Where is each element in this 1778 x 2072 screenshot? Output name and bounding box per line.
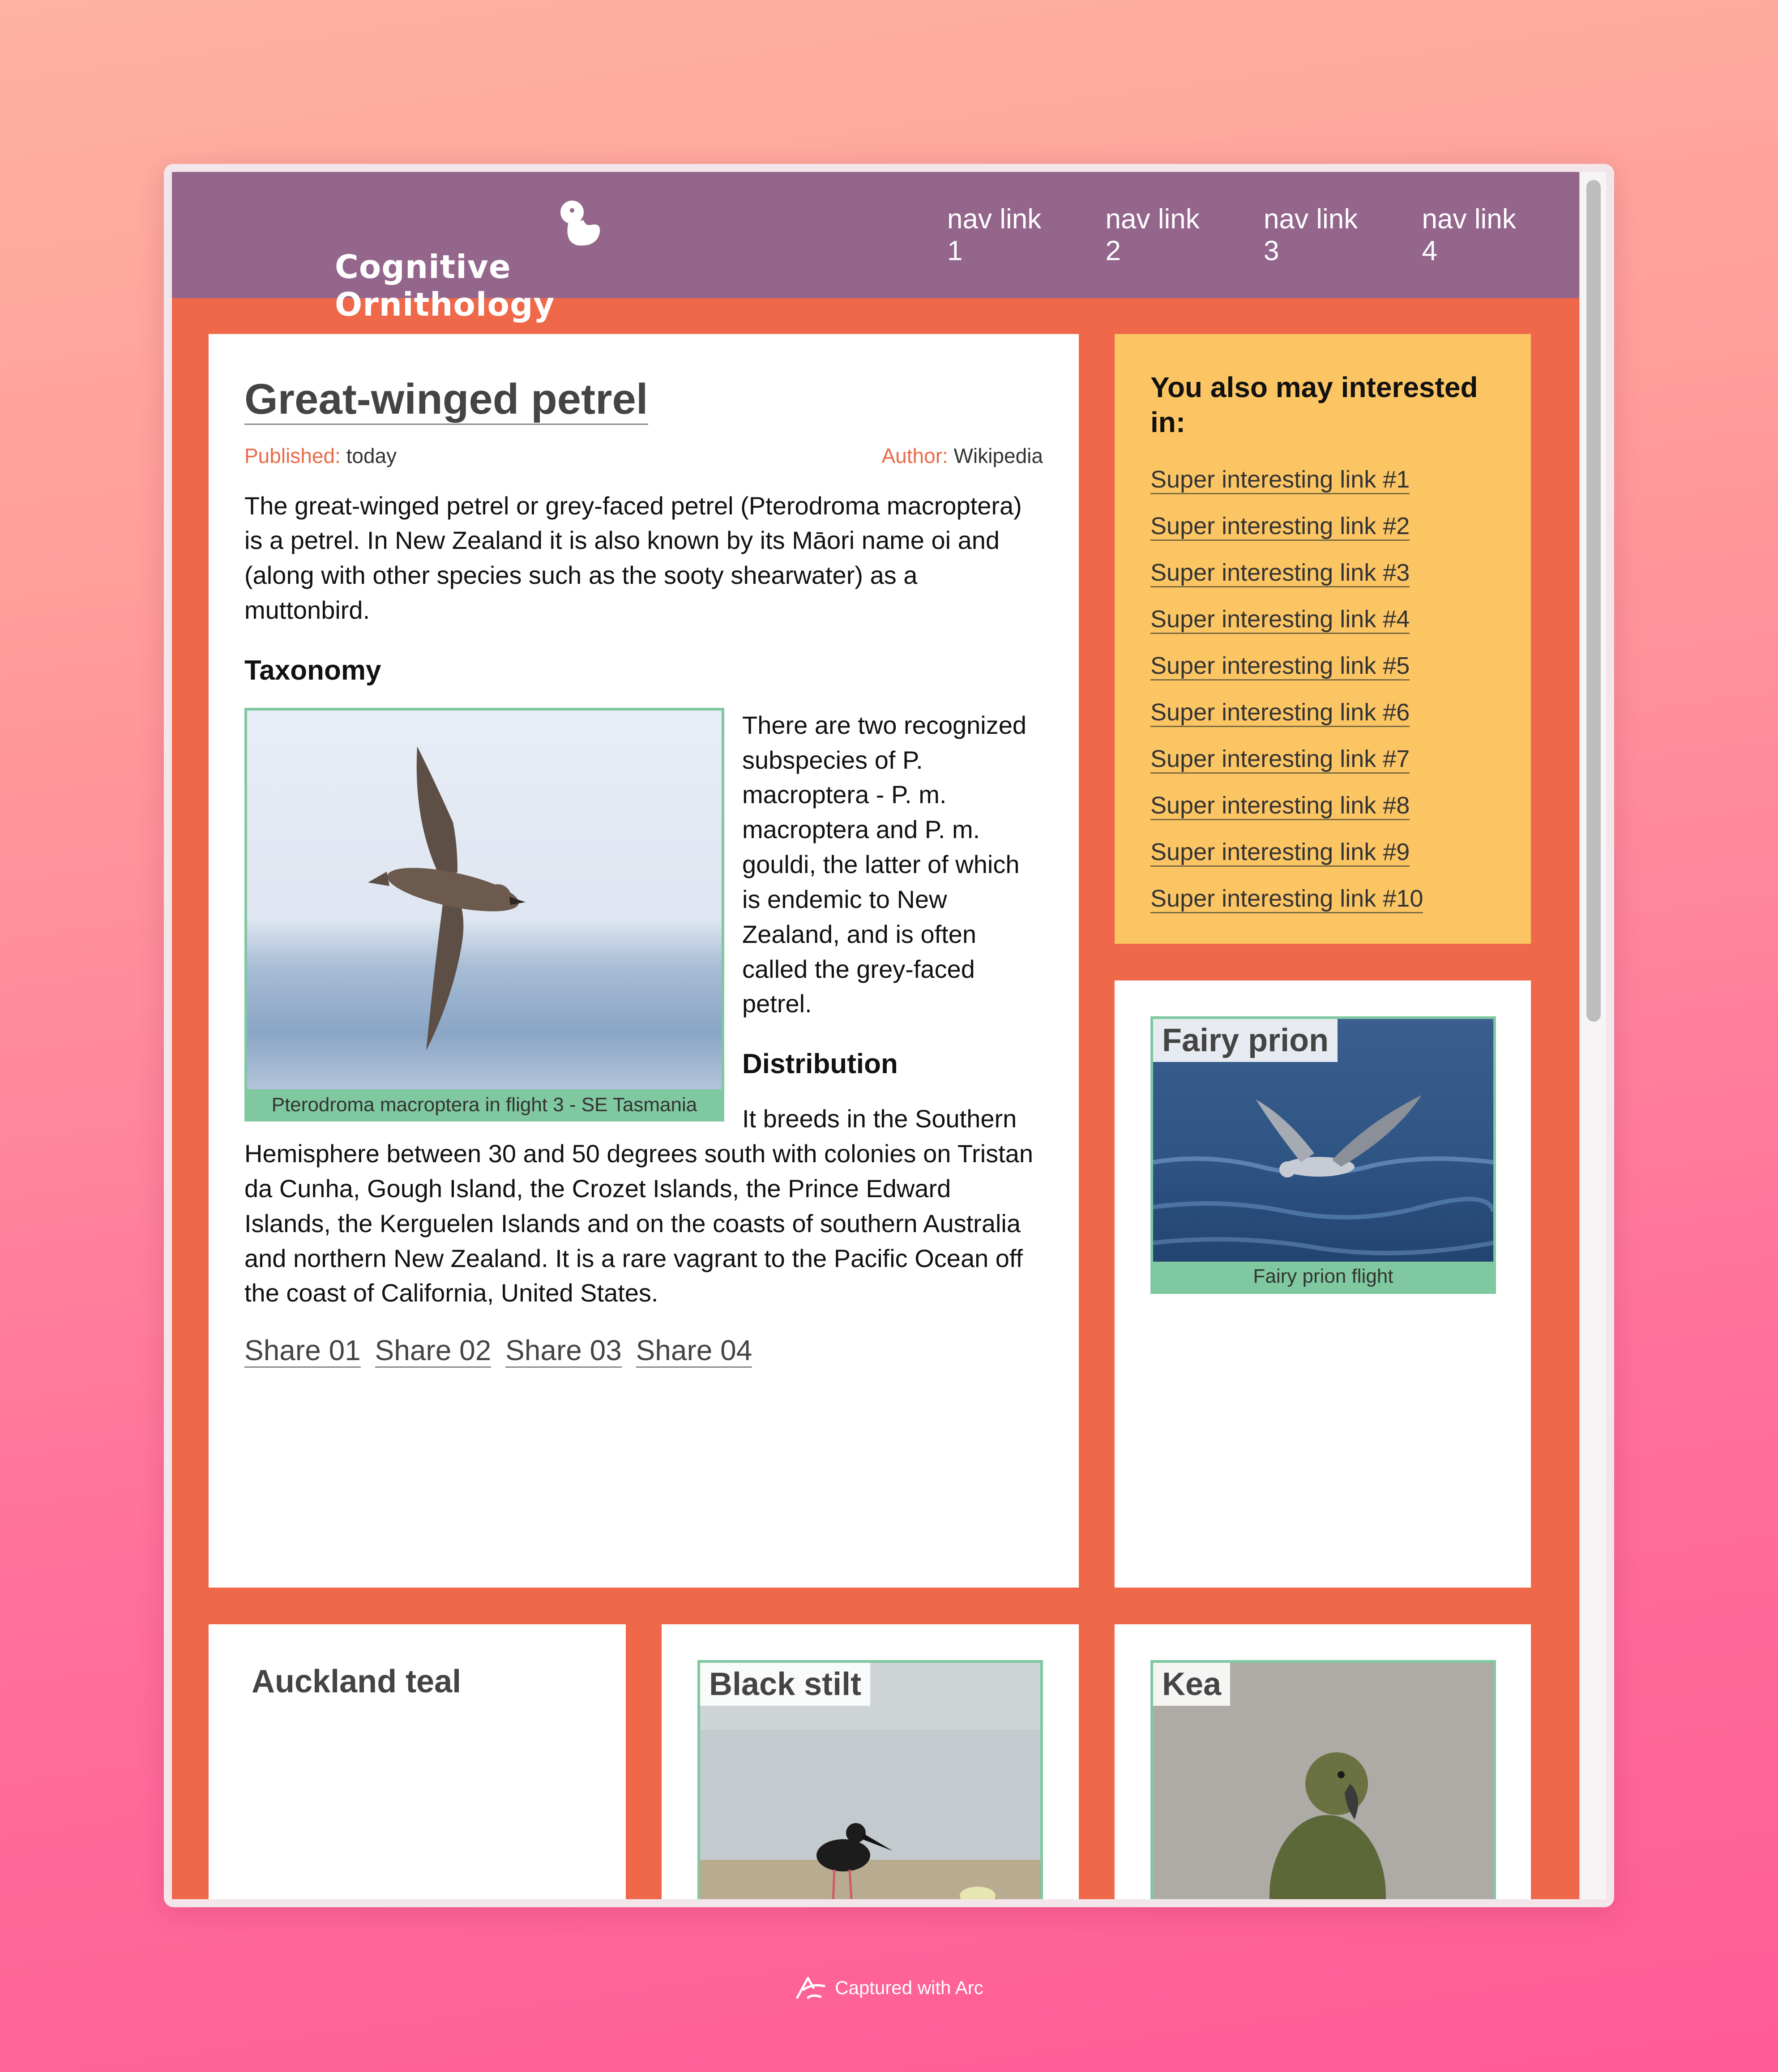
published-value: today (346, 444, 397, 467)
main-nav: nav link 1 nav link 2 nav link 3 nav lin… (947, 172, 1580, 298)
nav-link-3[interactable]: nav link 3 (1264, 203, 1368, 267)
list-item: Super interesting link #6 (1150, 698, 1495, 745)
petrel-photo (247, 710, 722, 1089)
nav-link-1[interactable]: nav link 1 (947, 203, 1051, 267)
article: Great-winged petrel Published: today Aut… (209, 334, 1079, 1588)
fairy-prion-title[interactable]: Fairy prion (1153, 1019, 1338, 1062)
share-links: Share 01 Share 02 Share 03 Share 04 (244, 1334, 1043, 1368)
black-stilt-card[interactable]: Black stilt (662, 1624, 1079, 1899)
author-label: Author: (881, 444, 948, 467)
related-links-heading: You also may interested in: (1150, 371, 1478, 439)
author-value: Wikipedia (953, 444, 1043, 467)
author-info: Author: Wikipedia (881, 444, 1043, 468)
browser-window: Cognitive Ornithology nav link 1 nav lin… (164, 164, 1614, 1907)
related-link[interactable]: Super interesting link #7 (1150, 745, 1410, 774)
arc-logo-icon (796, 1977, 825, 1999)
bird-logo-icon (560, 201, 600, 246)
scrollbar-thumb[interactable] (1586, 180, 1601, 1022)
petrel-figure-caption: Pterodroma macroptera in flight 3 - SE T… (247, 1089, 722, 1119)
related-link[interactable]: Super interesting link #3 (1150, 559, 1410, 588)
page: Cognitive Ornithology nav link 1 nav lin… (172, 172, 1580, 1899)
auckland-teal-title[interactable]: Auckland teal (252, 1660, 461, 1703)
list-item: Super interesting link #2 (1150, 512, 1495, 559)
fairy-prion-card[interactable]: Fairy prion Fairy prion flight (1115, 980, 1531, 1588)
list-item: Super interesting link #7 (1150, 745, 1495, 792)
vertical-scrollbar[interactable] (1579, 172, 1606, 1899)
related-link[interactable]: Super interesting link #9 (1150, 839, 1410, 867)
fairy-prion-caption: Fairy prion flight (1153, 1262, 1493, 1291)
kea-card[interactable]: Kea (1115, 1624, 1531, 1899)
site-logo[interactable]: Cognitive Ornithology (335, 193, 693, 323)
related-link[interactable]: Super interesting link #10 (1150, 885, 1423, 914)
fairy-prion-photo-frame: Fairy prion Fairy prion flight (1150, 1016, 1496, 1294)
black-stilt-photo-frame: Black stilt (697, 1660, 1043, 1899)
share-link-4[interactable]: Share 04 (636, 1334, 752, 1368)
list-item: Super interesting link #10 (1150, 885, 1495, 931)
related-link[interactable]: Super interesting link #6 (1150, 699, 1410, 728)
capture-footer: Captured with Arc (0, 1974, 1778, 2001)
taxonomy-heading: Taxonomy (244, 655, 381, 686)
list-item: Super interesting link #9 (1150, 838, 1495, 885)
distribution-text: It breeds in the Southern Hemisphere bet… (244, 1104, 1033, 1307)
site-header: Cognitive Ornithology nav link 1 nav lin… (172, 172, 1580, 323)
related-link[interactable]: Super interesting link #8 (1150, 792, 1410, 821)
article-title[interactable]: Great-winged petrel (244, 375, 648, 425)
petrel-figure: Pterodroma macroptera in flight 3 - SE T… (244, 707, 724, 1122)
nav-link-2[interactable]: nav link 2 (1106, 203, 1210, 267)
list-item: Super interesting link #3 (1150, 559, 1495, 605)
related-link[interactable]: Super interesting link #4 (1150, 606, 1410, 634)
list-item: Super interesting link #4 (1150, 605, 1495, 652)
related-link[interactable]: Super interesting link #5 (1150, 652, 1410, 681)
related-links-box: You also may interested in: Super intere… (1115, 334, 1531, 944)
list-item: Super interesting link #5 (1150, 652, 1495, 698)
black-stilt-title[interactable]: Black stilt (700, 1663, 871, 1706)
capture-text: Captured with Arc (835, 1977, 983, 1998)
list-item: Super interesting link #1 (1150, 466, 1495, 512)
published-info: Published: today (244, 444, 397, 468)
related-links-list: Super interesting link #1 Super interest… (1150, 466, 1495, 931)
list-item: Super interesting link #8 (1150, 792, 1495, 838)
page-viewport: Cognitive Ornithology nav link 1 nav lin… (172, 172, 1606, 1899)
article-meta: Published: today Author: Wikipedia (244, 444, 1043, 468)
kea-title[interactable]: Kea (1153, 1663, 1231, 1706)
article-intro: The great-winged petrel or grey-faced pe… (244, 491, 1022, 624)
related-link[interactable]: Super interesting link #2 (1150, 513, 1410, 541)
share-link-2[interactable]: Share 02 (375, 1334, 492, 1368)
nav-link-4[interactable]: nav link 4 (1422, 203, 1526, 267)
related-link[interactable]: Super interesting link #1 (1150, 466, 1410, 495)
kea-photo-frame: Kea (1150, 1660, 1496, 1899)
published-label: Published: (244, 444, 341, 467)
auckland-teal-card[interactable]: Auckland teal (209, 1624, 626, 1899)
share-link-1[interactable]: Share 01 (244, 1334, 361, 1368)
share-link-3[interactable]: Share 03 (505, 1334, 622, 1368)
logo-text: Cognitive Ornithology (335, 248, 555, 323)
